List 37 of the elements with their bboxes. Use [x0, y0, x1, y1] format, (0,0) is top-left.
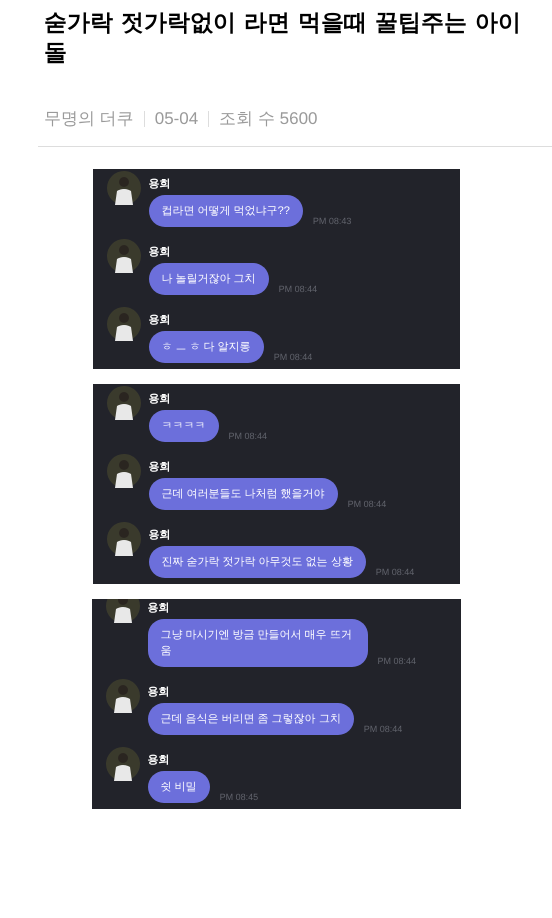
message-bubble: 근데 음식은 버리면 좀 그렇잖아 그치 — [148, 702, 354, 734]
sender-name: 용희 — [148, 312, 172, 326]
message-bubble: 진짜 숟가락 젓가락 아무것도 없는 상황 — [148, 546, 366, 578]
post-date: 05-04 — [154, 108, 198, 130]
avatar-icon — [106, 454, 140, 488]
avatar-icon — [106, 746, 140, 780]
message-bubble: 나 놀릴거잖아 그치 — [148, 262, 269, 294]
message-time: PM 08:45 — [220, 790, 258, 802]
view-count: 조회 수 5600 — [219, 108, 318, 130]
message-bubble: 쉿 비밀 — [148, 770, 210, 802]
avatar-icon — [106, 678, 140, 712]
sender-name: 용희 — [148, 176, 172, 190]
message-time: PM 08:44 — [348, 498, 386, 510]
message-time: PM 08:44 — [278, 282, 318, 294]
message-bubble: ㅎ ㅡ ㅎ 다 알지롱 — [148, 330, 264, 362]
message-bubble: 근데 여러분들도 나처럼 했을거야 — [148, 478, 338, 510]
avatar-icon — [106, 238, 140, 272]
author-name: 무명의 더쿠 — [44, 108, 134, 130]
sender-name: 용희 — [148, 752, 170, 766]
sender-name: 용희 — [148, 600, 170, 614]
message-bubble: ㅋㅋㅋㅋ — [148, 410, 218, 442]
avatar-icon — [106, 306, 140, 340]
sender-name: 용희 — [148, 244, 172, 258]
message-time: PM 08:44 — [378, 654, 416, 666]
message-time: PM 08:44 — [274, 350, 312, 362]
message-time: PM 08:44 — [376, 566, 414, 578]
message-bubble: 그냥 마시기엔 방금 만들어서 매우 뜨거움 — [148, 618, 368, 666]
post-title: 숟가락 젓가락없이 라면 먹을때 꿀팁주는 아이돌 — [44, 9, 522, 68]
message-time: PM 08:44 — [364, 722, 402, 734]
message-time: PM 08:43 — [312, 214, 352, 226]
sender-name: 용희 — [148, 460, 172, 474]
sender-name: 용희 — [148, 684, 170, 698]
message-bubble: 컵라면 어떻게 먹었냐구?? — [148, 194, 303, 226]
message-time: PM 08:44 — [228, 430, 268, 442]
sender-name: 용희 — [148, 528, 172, 542]
sender-name: 용희 — [148, 392, 172, 406]
avatar-icon — [106, 522, 140, 556]
